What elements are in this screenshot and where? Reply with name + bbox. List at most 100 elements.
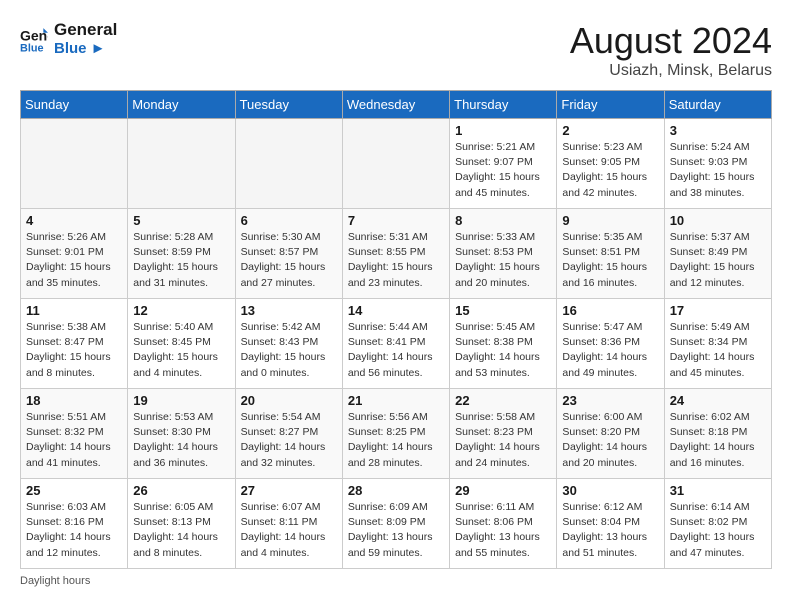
day-info: Sunrise: 5:38 AMSunset: 8:47 PMDaylight:… [26, 320, 122, 381]
day-info: Sunrise: 5:24 AMSunset: 9:03 PMDaylight:… [670, 140, 766, 201]
day-number: 4 [26, 213, 122, 228]
calendar-cell: 11 Sunrise: 5:38 AMSunset: 8:47 PMDayligh… [21, 299, 128, 389]
calendar-cell: 2 Sunrise: 5:23 AMSunset: 9:05 PMDaylight… [557, 119, 664, 209]
day-number: 20 [241, 393, 337, 408]
day-info: Sunrise: 5:23 AMSunset: 9:05 PMDaylight:… [562, 140, 658, 201]
calendar-cell: 19 Sunrise: 5:53 AMSunset: 8:30 PMDayligh… [128, 389, 235, 479]
weekday-monday: Monday [128, 91, 235, 119]
calendar-cell: 29 Sunrise: 6:11 AMSunset: 8:06 PMDayligh… [450, 479, 557, 569]
page-title: August 2024 [570, 20, 772, 62]
day-number: 13 [241, 303, 337, 318]
day-info: Sunrise: 6:03 AMSunset: 8:16 PMDaylight:… [26, 500, 122, 561]
calendar-cell: 23Sunrise: 6:00 AMSunset: 8:20 PMDayligh… [557, 389, 664, 479]
calendar-cell: 5Sunrise: 5:28 AMSunset: 8:59 PMDaylight… [128, 209, 235, 299]
day-info: Sunrise: 5:47 AMSunset: 8:36 PMDaylight:… [562, 320, 658, 381]
calendar-cell [342, 119, 449, 209]
day-number: 9 [562, 213, 658, 228]
day-number: 29 [455, 483, 551, 498]
logo: General Blue General Blue ► [20, 20, 117, 58]
page-subtitle: Usiazh, Minsk, Belarus [570, 62, 772, 80]
day-info: Sunrise: 5:42 AMSunset: 8:43 PMDaylight:… [241, 320, 337, 381]
day-number: 22 [455, 393, 551, 408]
day-info: Sunrise: 5:56 AMSunset: 8:25 PMDaylight:… [348, 410, 444, 471]
weekday-sunday: Sunday [21, 91, 128, 119]
page-header: General Blue General Blue ► August 2024 … [20, 20, 772, 80]
calendar-cell: 16 Sunrise: 5:47 AMSunset: 8:36 PMDayligh… [557, 299, 664, 389]
calendar-table: SundayMondayTuesdayWednesdayThursdayFrid… [20, 90, 772, 569]
day-info: Sunrise: 6:05 AMSunset: 8:13 PMDaylight:… [133, 500, 229, 561]
day-info: Sunrise: 5:49 AMSunset: 8:34 PMDaylight:… [670, 320, 766, 381]
day-info: Sunrise: 5:58 AMSunset: 8:23 PMDaylight:… [455, 410, 551, 471]
day-number: 17 [670, 303, 766, 318]
day-info: Sunrise: 6:12 AMSunset: 8:04 PMDaylight:… [562, 500, 658, 561]
day-info: Sunrise: 6:11 AMSunset: 8:06 PMDaylight:… [455, 500, 551, 561]
week-row-1: 1 Sunrise: 5:21 AMSunset: 9:07 PMDaylight… [21, 119, 772, 209]
day-number: 30 [562, 483, 658, 498]
day-info: Sunrise: 6:02 AMSunset: 8:18 PMDaylight:… [670, 410, 766, 471]
weekday-wednesday: Wednesday [342, 91, 449, 119]
calendar-cell: 18Sunrise: 5:51 AMSunset: 8:32 PMDayligh… [21, 389, 128, 479]
calendar-cell: 31 Sunrise: 6:14 AMSunset: 8:02 PMDayligh… [664, 479, 771, 569]
day-number: 1 [455, 123, 551, 138]
footer: Daylight hours [20, 575, 772, 587]
day-info: Sunrise: 5:53 AMSunset: 8:30 PMDaylight:… [133, 410, 229, 471]
day-info: Sunrise: 5:21 AMSunset: 9:07 PMDaylight:… [455, 140, 551, 201]
day-number: 19 [133, 393, 229, 408]
calendar-cell: 20Sunrise: 5:54 AMSunset: 8:27 PMDayligh… [235, 389, 342, 479]
day-number: 15 [455, 303, 551, 318]
day-number: 14 [348, 303, 444, 318]
calendar-cell: 6Sunrise: 5:30 AMSunset: 8:57 PMDaylight… [235, 209, 342, 299]
day-number: 5 [133, 213, 229, 228]
day-info: Sunrise: 5:40 AMSunset: 8:45 PMDaylight:… [133, 320, 229, 381]
day-info: Sunrise: 5:45 AMSunset: 8:38 PMDaylight:… [455, 320, 551, 381]
day-number: 18 [26, 393, 122, 408]
weekday-thursday: Thursday [450, 91, 557, 119]
logo-blue: Blue ► [54, 40, 117, 58]
day-info: Sunrise: 5:31 AMSunset: 8:55 PMDaylight:… [348, 230, 444, 291]
weekday-header-row: SundayMondayTuesdayWednesdayThursdayFrid… [21, 91, 772, 119]
calendar-cell [128, 119, 235, 209]
calendar-cell: 12 Sunrise: 5:40 AMSunset: 8:45 PMDayligh… [128, 299, 235, 389]
day-number: 28 [348, 483, 444, 498]
day-info: Sunrise: 6:07 AMSunset: 8:11 PMDaylight:… [241, 500, 337, 561]
calendar-cell: 10Sunrise: 5:37 AMSunset: 8:49 PMDayligh… [664, 209, 771, 299]
day-number: 16 [562, 303, 658, 318]
calendar-cell: 8Sunrise: 5:33 AMSunset: 8:53 PMDaylight… [450, 209, 557, 299]
calendar-cell: 4 Sunrise: 5:26 AMSunset: 9:01 PMDaylight… [21, 209, 128, 299]
day-number: 6 [241, 213, 337, 228]
day-info: Sunrise: 6:14 AMSunset: 8:02 PMDaylight:… [670, 500, 766, 561]
calendar-cell: 25Sunrise: 6:03 AMSunset: 8:16 PMDayligh… [21, 479, 128, 569]
day-number: 3 [670, 123, 766, 138]
logo-icon: General Blue [20, 25, 48, 53]
calendar-cell: 1 Sunrise: 5:21 AMSunset: 9:07 PMDaylight… [450, 119, 557, 209]
day-number: 26 [133, 483, 229, 498]
calendar-cell: 27Sunrise: 6:07 AMSunset: 8:11 PMDayligh… [235, 479, 342, 569]
day-info: Sunrise: 6:09 AMSunset: 8:09 PMDaylight:… [348, 500, 444, 561]
day-number: 31 [670, 483, 766, 498]
day-info: Sunrise: 5:37 AMSunset: 8:49 PMDaylight:… [670, 230, 766, 291]
day-number: 2 [562, 123, 658, 138]
day-number: 23 [562, 393, 658, 408]
day-info: Sunrise: 5:35 AMSunset: 8:51 PMDaylight:… [562, 230, 658, 291]
day-number: 24 [670, 393, 766, 408]
calendar-cell: 26 Sunrise: 6:05 AMSunset: 8:13 PMDayligh… [128, 479, 235, 569]
calendar-cell: 24 Sunrise: 6:02 AMSunset: 8:18 PMDayligh… [664, 389, 771, 479]
week-row-2: 4 Sunrise: 5:26 AMSunset: 9:01 PMDaylight… [21, 209, 772, 299]
svg-text:Blue: Blue [20, 43, 44, 54]
day-number: 8 [455, 213, 551, 228]
day-number: 21 [348, 393, 444, 408]
title-block: August 2024 Usiazh, Minsk, Belarus [570, 20, 772, 80]
day-info: Sunrise: 5:26 AMSunset: 9:01 PMDaylight:… [26, 230, 122, 291]
calendar-cell: 21 Sunrise: 5:56 AMSunset: 8:25 PMDayligh… [342, 389, 449, 479]
day-number: 7 [348, 213, 444, 228]
calendar-cell: 3 Sunrise: 5:24 AMSunset: 9:03 PMDaylight… [664, 119, 771, 209]
weekday-saturday: Saturday [664, 91, 771, 119]
weekday-friday: Friday [557, 91, 664, 119]
calendar-cell: 28 Sunrise: 6:09 AMSunset: 8:09 PMDayligh… [342, 479, 449, 569]
week-row-5: 25Sunrise: 6:03 AMSunset: 8:16 PMDayligh… [21, 479, 772, 569]
calendar-cell: 30 Sunrise: 6:12 AMSunset: 8:04 PMDayligh… [557, 479, 664, 569]
calendar-cell: 14Sunrise: 5:44 AMSunset: 8:41 PMDayligh… [342, 299, 449, 389]
day-number: 11 [26, 303, 122, 318]
logo-general: General [54, 20, 117, 40]
day-number: 12 [133, 303, 229, 318]
